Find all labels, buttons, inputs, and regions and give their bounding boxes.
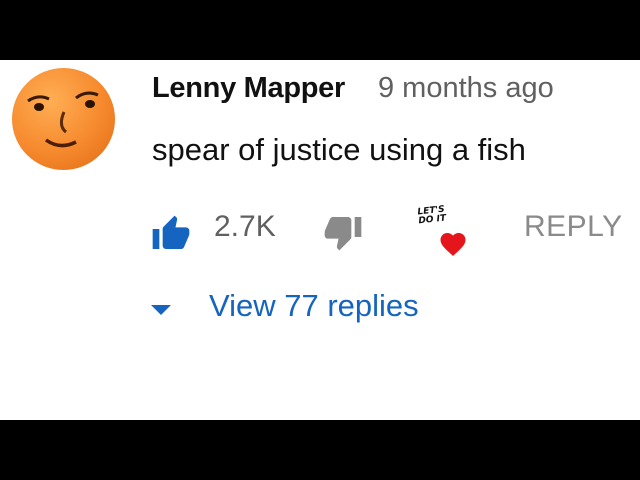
creator-avatar-text: LET'S DO IT (417, 204, 447, 227)
comment-author[interactable]: Lenny Mapper (152, 72, 345, 105)
dislike-button[interactable] (322, 212, 364, 252)
comment-text: spear of justice using a fish (152, 132, 526, 167)
heart-icon (440, 233, 466, 256)
view-replies-button[interactable]: View 77 replies (148, 288, 468, 332)
lenny-face-avatar[interactable] (12, 68, 115, 170)
letterbox-bottom (0, 420, 640, 480)
view-replies-label: View 77 replies (209, 288, 419, 323)
thumbs-down-icon (324, 217, 362, 251)
lenny-face-icon (27, 91, 99, 148)
creator-heart-badge[interactable]: LET'S DO IT (414, 205, 472, 263)
reply-button[interactable]: REPLY (524, 210, 623, 244)
like-count: 2.7K (214, 210, 276, 243)
comment-timestamp[interactable]: 9 months ago (378, 72, 554, 105)
caret-down-icon (151, 305, 171, 315)
letterbox-top (0, 0, 640, 60)
thumbs-up-icon (152, 215, 190, 249)
like-button[interactable] (150, 214, 192, 254)
